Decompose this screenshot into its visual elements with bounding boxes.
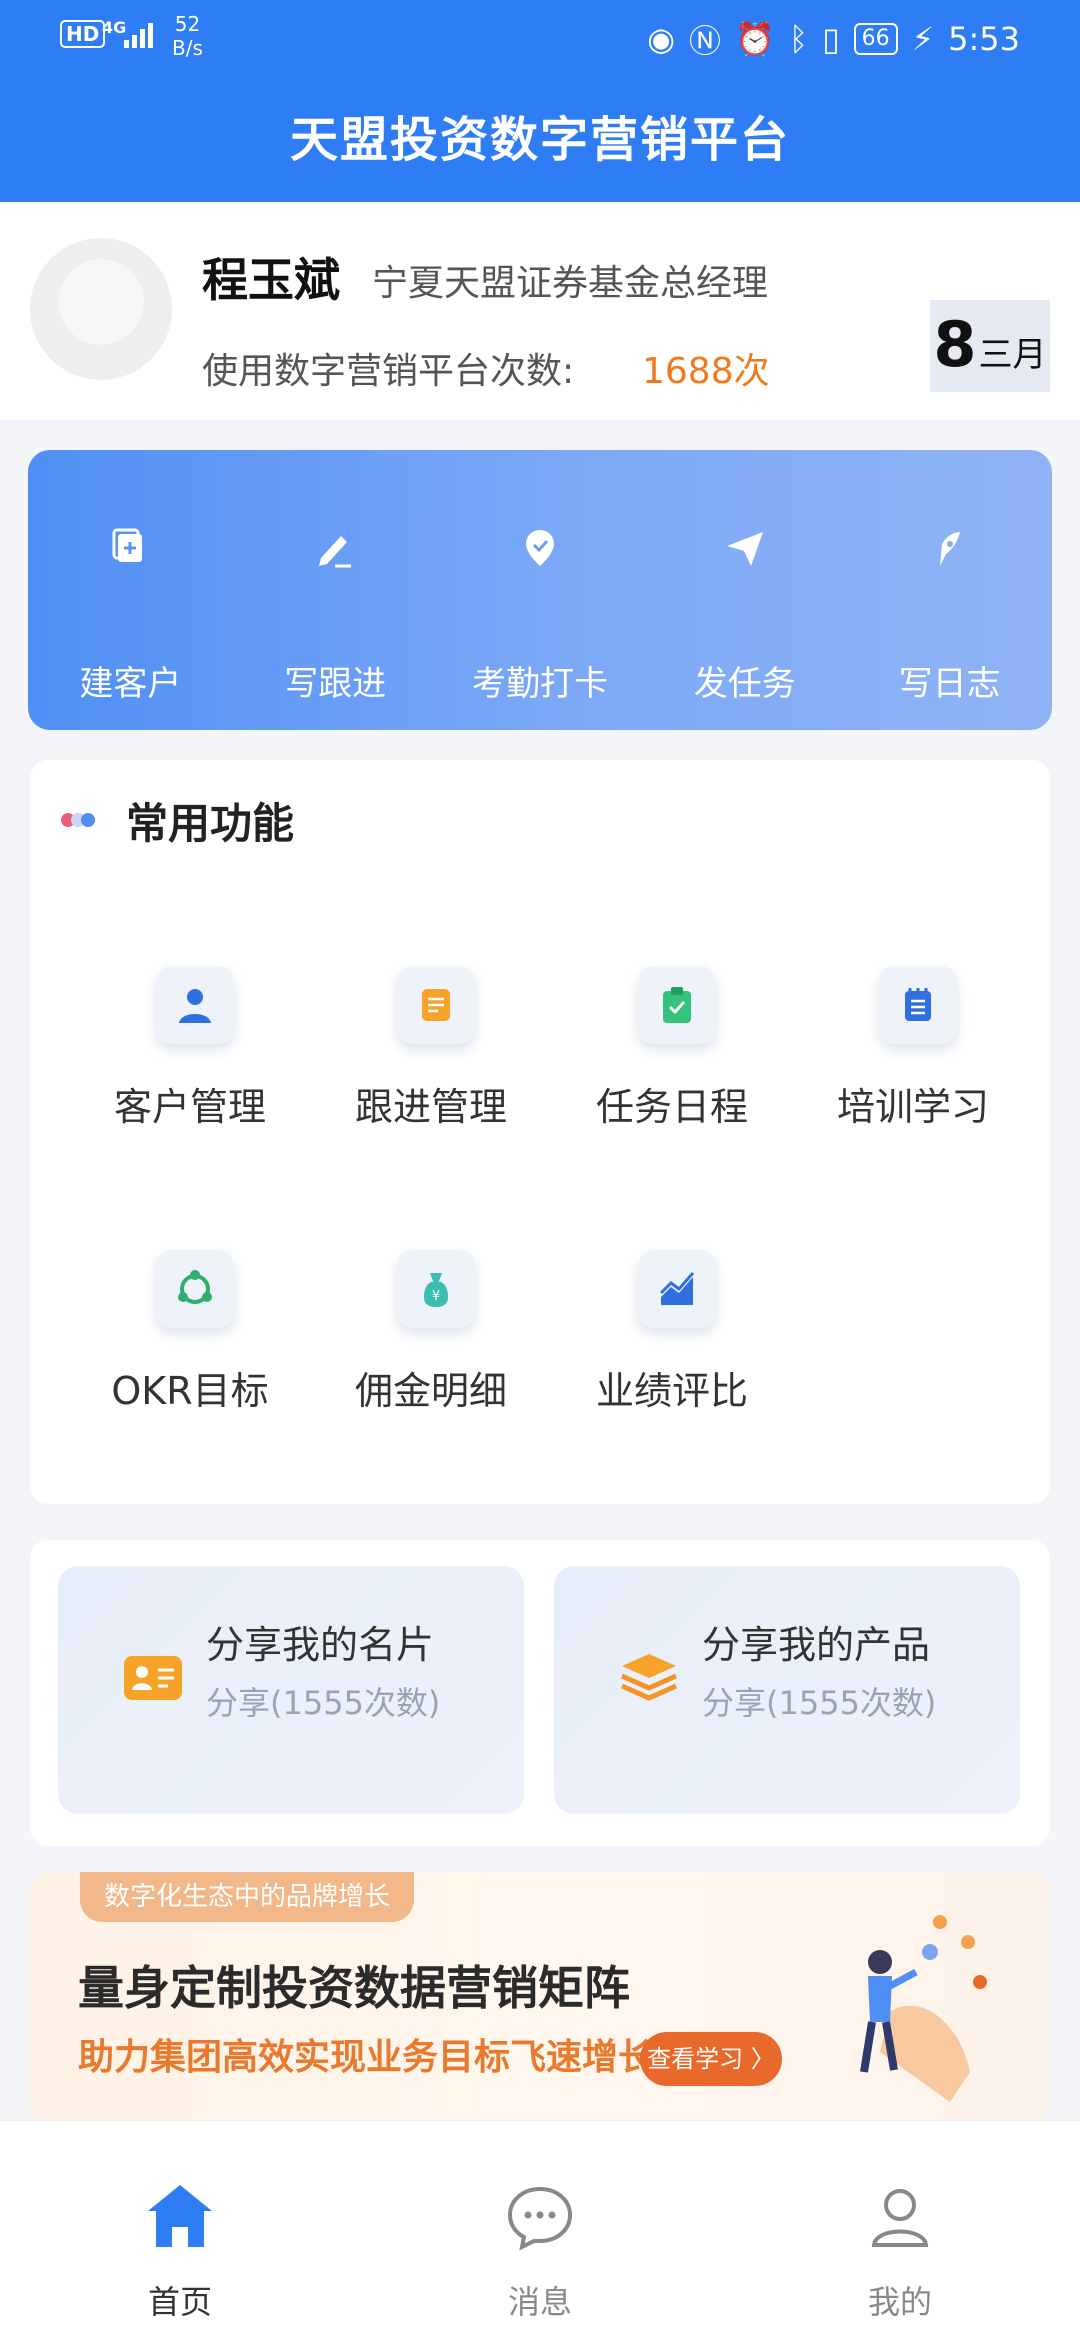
person-icon — [871, 2189, 929, 2247]
feather-pen-icon — [939, 532, 960, 566]
hd-badge: HD — [60, 20, 106, 48]
quick-actions-bar: 建客户 写跟进 考勤打卡 发任务 写日志 — [28, 450, 1052, 730]
promo-banner[interactable]: 数字化生态中的品牌增长 量身定制投资数据营销矩阵 助力集团高效实现业务目标飞速增… — [30, 1872, 1050, 2122]
feature-followup-management[interactable]: 跟进管理 — [311, 966, 551, 1186]
app-header: HD 4G 52 B/s ◉ Ⓝ ⏰ ᛒ ▯ 66 ⚡ 5:53 天盟投资数字营… — [0, 0, 1080, 202]
clock: 5:53 — [948, 20, 1020, 58]
date-month: 三月 — [978, 335, 1047, 375]
quick-action-label: 考勤打卡 — [471, 664, 608, 704]
banner-illustration — [860, 1915, 987, 2102]
bluetooth-icon: ᛒ — [788, 20, 809, 58]
feature-label: 跟进管理 — [354, 1085, 507, 1129]
pen-icon — [319, 536, 352, 568]
business-card-icon — [124, 1656, 182, 1700]
nav-label: 消息 — [507, 2283, 572, 2321]
bottom-nav: 首页 消息 我的 — [0, 2120, 1080, 2340]
layers-icon — [620, 1654, 678, 1701]
note-icon — [397, 966, 475, 1044]
nav-label: 我的 — [867, 2283, 932, 2321]
feature-label: 任务日程 — [595, 1085, 748, 1129]
vibrate-icon: ▯ — [822, 20, 840, 58]
quick-action-label: 发任务 — [693, 664, 796, 704]
user-name: 程玉斌 — [202, 253, 340, 307]
alarm-icon: ⏰ — [735, 20, 775, 58]
eye-icon: ◉ — [647, 20, 675, 58]
user-icon — [156, 966, 234, 1044]
money-bag-icon: ¥ — [397, 1250, 475, 1328]
status-bar: HD 4G 52 B/s ◉ Ⓝ ⏰ ᛒ ▯ 66 ⚡ 5:53 — [0, 0, 1080, 78]
nfc-icon: Ⓝ — [689, 22, 722, 60]
feature-performance-ranking[interactable]: 业绩评比 — [552, 1250, 792, 1470]
quick-action-write-log[interactable]: 写日志 — [847, 450, 1052, 730]
quick-action-write-followup[interactable]: 写跟进 — [233, 450, 438, 730]
date-badge: 8 三月 — [930, 300, 1050, 392]
clipboard-check-icon — [638, 966, 716, 1044]
share-card-business-card[interactable]: 分享我的名片 分享(1555次数) — [58, 1566, 524, 1814]
avatar[interactable] — [30, 238, 172, 380]
trend-chart-icon — [638, 1250, 716, 1328]
notebook-icon — [879, 966, 957, 1044]
feature-label: 业绩评比 — [595, 1369, 748, 1413]
feature-label: 客户管理 — [113, 1085, 266, 1129]
share-card-title: 分享我的产品 — [702, 1623, 931, 1667]
feature-label: 佣金明细 — [354, 1369, 507, 1413]
quick-action-send-task[interactable]: 发任务 — [642, 450, 847, 730]
speed-value: 52 — [174, 12, 201, 36]
feature-training[interactable]: 培训学习 — [793, 966, 1033, 1186]
date-day: 8 — [933, 308, 977, 381]
network-speed: 52 B/s — [172, 12, 203, 60]
send-icon — [726, 532, 763, 566]
speed-unit: B/s — [172, 36, 203, 60]
user-position: 宁夏天盟证券基金总经理 — [372, 263, 769, 304]
quick-action-label: 建客户 — [79, 664, 182, 704]
nav-label: 首页 — [147, 2283, 212, 2321]
profile-card: 程玉斌 宁夏天盟证券基金总经理 使用数字营销平台次数: 1688次 8 三月 — [0, 202, 1080, 420]
nav-home[interactable]: 首页 — [0, 2121, 360, 2340]
share-card-count: 分享(1555次数) — [206, 1684, 441, 1722]
location-pin-icon — [525, 530, 554, 566]
feature-client-management[interactable]: 客户管理 — [70, 966, 310, 1186]
home-icon — [148, 2185, 212, 2247]
page-title: 天盟投资数字营销平台 — [289, 112, 790, 168]
common-functions-panel: 常用功能 客户管理 跟进管理 任务日程 培训学习 OKR目标 ¥ 佣金明细 业绩… — [30, 760, 1050, 1504]
quick-action-create-client[interactable]: 建客户 — [28, 450, 233, 730]
svg-text:¥: ¥ — [432, 1289, 440, 1304]
feature-task-schedule[interactable]: 任务日程 — [552, 966, 792, 1186]
share-card-count: 分享(1555次数) — [702, 1684, 937, 1722]
share-card-product[interactable]: 分享我的产品 分享(1555次数) — [554, 1566, 1020, 1814]
add-document-icon — [112, 528, 143, 562]
feature-label: 培训学习 — [836, 1085, 989, 1129]
quick-action-check-in[interactable]: 考勤打卡 — [438, 450, 643, 730]
signal-icon — [124, 23, 153, 48]
feature-commission[interactable]: ¥ 佣金明细 — [311, 1250, 551, 1470]
usage-count: 1688次 — [642, 351, 770, 392]
section-marker-icon — [61, 813, 95, 827]
quick-action-label: 写日志 — [898, 664, 1001, 704]
view-learning-button[interactable]: 查看学习 〉 — [640, 2032, 782, 2086]
share-card-title: 分享我的名片 — [206, 1623, 435, 1667]
banner-headline: 量身定制投资数据营销矩阵 — [78, 1961, 630, 2015]
usage-label: 使用数字营销平台次数: — [202, 351, 575, 392]
banner-subline: 助力集团高效实现业务目标飞速增长 — [78, 2037, 655, 2078]
feature-label: OKR目标 — [111, 1369, 269, 1413]
cycle-icon — [156, 1250, 234, 1328]
banner-tag: 数字化生态中的品牌增长 — [80, 1872, 415, 1922]
status-right: ◉ Ⓝ ⏰ ᛒ ▯ 66 ⚡ 5:53 — [647, 16, 1020, 62]
feature-okr[interactable]: OKR目标 — [70, 1250, 310, 1470]
battery-icon: 66 — [853, 23, 898, 55]
nav-mine[interactable]: 我的 — [720, 2121, 1080, 2340]
section-title: 常用功能 — [126, 799, 295, 848]
share-panel: 分享我的名片 分享(1555次数) 分享我的产品 分享(1555次数) — [30, 1540, 1050, 1846]
charging-icon: ⚡ — [911, 20, 935, 58]
message-icon — [507, 2186, 573, 2251]
nav-messages[interactable]: 消息 — [360, 2121, 720, 2340]
quick-action-label: 写跟进 — [284, 664, 387, 704]
